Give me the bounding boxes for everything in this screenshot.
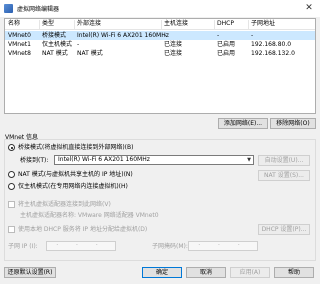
row-name: VMnet0	[8, 32, 31, 39]
nat-mode-label[interactable]: NAT 模式(与虚拟机共享主机的 IP 地址)(N)	[18, 170, 133, 179]
restore-defaults-button[interactable]: 还原默认设置(R)	[4, 267, 56, 278]
row-subnet: 192.168.132.0	[251, 50, 295, 57]
column-header-external[interactable]: 外部连接	[77, 19, 101, 29]
bridged-mode-radio[interactable]	[8, 144, 15, 151]
subnet-ip-label: 子网 IP (I):	[8, 243, 38, 250]
connect-adapter-label[interactable]: 将主机虚拟适配器连接到此网络(V)	[18, 200, 111, 209]
title-bar: 虚拟网络编辑器 ✕	[0, 0, 320, 17]
connect-adapter-checkbox[interactable]	[8, 201, 15, 208]
row-name: VMnet8	[8, 50, 31, 57]
window-title: 虚拟网络编辑器	[17, 6, 60, 13]
row-external: -	[77, 41, 80, 48]
bridged-to-value: Intel(R) Wi-Fi 6 AX201 160MHz	[58, 156, 150, 163]
row-host: 已连接	[164, 41, 183, 48]
row-dhcp: 已启用	[217, 50, 236, 57]
host-only-mode-label[interactable]: 仅主机模式(在专用网络内连接虚拟机)(H)	[18, 182, 128, 191]
column-header-dhcp[interactable]: DHCP	[217, 19, 234, 29]
host-only-mode-radio[interactable]	[8, 183, 15, 190]
subnet-mask-field[interactable]: · · ·	[188, 241, 258, 251]
cancel-button[interactable]: 取消	[186, 267, 226, 278]
row-type: 仅主机模式	[42, 41, 73, 48]
help-button[interactable]: 帮助	[274, 267, 314, 278]
row-subnet: -	[251, 32, 254, 39]
row-host: -	[164, 32, 167, 39]
ok-button[interactable]: 确定	[142, 267, 182, 278]
vmnet-info-title: VMnet 信息	[5, 134, 39, 141]
table-row[interactable]: VMnet0 桥接模式 Intel(R) Wi-Fi 6 AX201 160MH…	[5, 31, 315, 40]
use-dhcp-label[interactable]: 使用本地 DHCP 服务将 IP 地址分配给虚拟机(D)	[18, 225, 147, 234]
table-header: 名称 类型 外部连接 主机连接 DHCP 子网地址	[5, 19, 315, 30]
nat-mode-radio[interactable]	[8, 171, 15, 178]
bridged-to-label: 桥接到(T):	[20, 157, 49, 164]
bridged-mode-label[interactable]: 桥接模式(将虚拟机直接连接到外部网络)(B)	[18, 143, 133, 152]
row-subnet: 192.168.80.0	[251, 41, 292, 48]
row-dhcp: 已启用	[217, 41, 236, 48]
row-dhcp: -	[217, 32, 220, 39]
add-network-button[interactable]: 添加网络(E)...	[218, 118, 268, 129]
subnet-ip-field[interactable]: · · ·	[46, 241, 116, 251]
row-type: 桥接模式	[42, 32, 67, 39]
apply-button[interactable]: 应用(A)	[230, 267, 270, 278]
table-row[interactable]: VMnet1 仅主机模式 - 已连接 已启用 192.168.80.0	[5, 40, 315, 49]
dhcp-settings-button[interactable]: DHCP 设置(P)...	[258, 224, 310, 235]
adapter-name-text: 主机虚拟适配器名称: VMware 网络适配器 VMnet0	[20, 212, 159, 219]
row-name: VMnet1	[8, 41, 31, 48]
subnet-mask-label: 子网掩码(M):	[152, 243, 188, 250]
bridged-to-select[interactable]: Intel(R) Wi-Fi 6 AX201 160MHz ▼	[54, 155, 254, 165]
row-external: Intel(R) Wi-Fi 6 AX201 160MHz	[77, 32, 169, 39]
remove-network-button[interactable]: 移除网络(O)	[270, 118, 316, 129]
network-editor-icon	[4, 4, 13, 13]
row-external: NAT 模式	[77, 50, 103, 57]
nat-settings-button[interactable]: NAT 设置(S)...	[258, 170, 310, 181]
column-header-host[interactable]: 主机连接	[164, 19, 188, 29]
row-type: NAT 模式	[42, 50, 68, 57]
column-header-subnet[interactable]: 子网地址	[251, 19, 275, 29]
use-dhcp-checkbox[interactable]	[8, 226, 15, 233]
auto-settings-button[interactable]: 自动设置(U)...	[258, 155, 310, 166]
row-host: 已连接	[164, 50, 183, 57]
close-icon[interactable]: ✕	[302, 3, 316, 14]
table-row[interactable]: VMnet8 NAT 模式 NAT 模式 已连接 已启用 192.168.132…	[5, 49, 315, 58]
network-table: 名称 类型 外部连接 主机连接 DHCP 子网地址 VMnet0 桥接模式 In…	[4, 18, 316, 114]
column-header-type[interactable]: 类型	[42, 19, 54, 29]
column-header-name[interactable]: 名称	[8, 19, 20, 29]
chevron-down-icon: ▼	[247, 157, 251, 163]
